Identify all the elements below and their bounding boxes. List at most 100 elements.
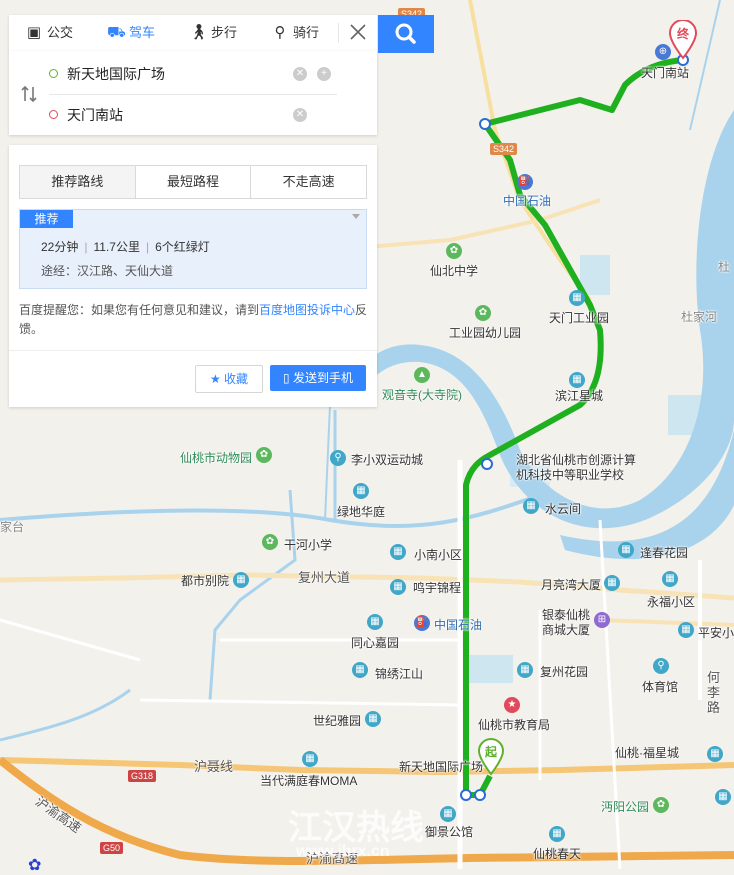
park-icon[interactable]: ✿: [653, 797, 669, 813]
favorite-button[interactable]: ★ 收藏: [195, 365, 263, 393]
road-label: 李: [707, 685, 721, 700]
map-label[interactable]: 当代满庭春MOMA: [260, 774, 357, 788]
zoo-icon[interactable]: ✿: [256, 447, 272, 463]
map-label[interactable]: 月亮湾大厦: [541, 578, 601, 592]
map-label[interactable]: 体育馆: [642, 680, 678, 694]
map-label[interactable]: 湖北省仙桃市创源计算: [516, 453, 636, 467]
building-icon[interactable]: ▦: [618, 542, 634, 558]
map-label[interactable]: 同心嘉园: [351, 636, 399, 650]
kindergarten-icon[interactable]: ✿: [475, 305, 491, 321]
tab-shortest[interactable]: 最短路程: [136, 166, 252, 198]
clear-start-icon[interactable]: ✕: [293, 67, 307, 81]
map-label[interactable]: 御景公馆: [425, 825, 473, 839]
map-label[interactable]: 仙桃市动物园: [180, 451, 252, 465]
map-label[interactable]: 中国石油: [503, 194, 551, 208]
building-icon[interactable]: ▦: [715, 789, 731, 805]
map-label[interactable]: 绿地华庭: [337, 505, 385, 519]
building-icon[interactable]: ▦: [440, 806, 456, 822]
tab-recommended[interactable]: 推荐路线: [20, 166, 136, 198]
tab-no-highway[interactable]: 不走高速: [251, 166, 366, 198]
building-icon[interactable]: ▦: [517, 662, 533, 678]
send-to-phone-button[interactable]: ▯ 发送到手机: [270, 365, 366, 391]
mode-tab-bike[interactable]: ⚲ 骑行: [271, 15, 320, 51]
mode-tab-bus[interactable]: ▣ 公交: [25, 15, 73, 51]
mode-tab-drive[interactable]: ⛟ 驾车: [107, 15, 155, 51]
stadium-icon[interactable]: ⚲: [330, 450, 346, 466]
building-icon[interactable]: ▦: [353, 483, 369, 499]
map-label[interactable]: 鸣宇锦程: [413, 581, 461, 595]
map-label[interactable]: 中国石油: [434, 618, 482, 632]
expand-caret-icon[interactable]: [352, 214, 360, 219]
building-icon[interactable]: ▦: [390, 544, 406, 560]
gas-station-icon[interactable]: ⛽: [517, 174, 533, 190]
map-label[interactable]: 锦绣江山: [375, 667, 423, 681]
map-label[interactable]: 逢春花园: [640, 546, 688, 560]
map-label: 家台: [0, 520, 25, 534]
building-icon[interactable]: ▦: [367, 614, 383, 630]
train-station-icon[interactable]: ⊕: [655, 44, 671, 60]
building-icon[interactable]: ▦: [352, 662, 368, 678]
clear-end-icon[interactable]: ✕: [293, 108, 307, 122]
building-icon[interactable]: ▦: [707, 746, 723, 762]
map-label[interactable]: 滨江星城: [555, 389, 603, 403]
shopping-icon[interactable]: ⊞: [594, 612, 610, 628]
map-label: 杜: [718, 260, 731, 274]
map-label[interactable]: 新天地国际广场: [399, 760, 483, 774]
plan-distance: 11.7公里: [93, 240, 140, 254]
map-label[interactable]: 世纪雅园: [313, 714, 361, 728]
map-label[interactable]: 水云间: [545, 502, 581, 516]
search-button[interactable]: [378, 15, 434, 53]
building-icon[interactable]: ▦: [302, 751, 318, 767]
plan-via: 途经：汉江路、天仙大道: [41, 264, 174, 278]
map-label[interactable]: 仙桃春天: [533, 847, 581, 861]
school-icon[interactable]: ✿: [446, 243, 462, 259]
complaint-link[interactable]: 百度地图投诉中心: [259, 303, 355, 317]
map-label[interactable]: 商城大厦: [542, 623, 590, 637]
map-label[interactable]: 观音寺(大寺院): [382, 388, 462, 402]
swap-icon[interactable]: [20, 85, 38, 103]
end-marker-label: 终: [677, 26, 690, 41]
government-icon[interactable]: ★: [504, 697, 520, 713]
map-label[interactable]: 李小双运动城: [351, 453, 423, 467]
map-label[interactable]: 仙桃·福星城: [615, 746, 679, 760]
building-icon[interactable]: ▦: [604, 575, 620, 591]
map-label[interactable]: 干河小学: [284, 538, 332, 552]
map-label[interactable]: 天门南站: [641, 66, 689, 80]
building-icon[interactable]: ▦: [569, 372, 585, 388]
close-icon[interactable]: [349, 23, 367, 41]
temple-icon[interactable]: ▲: [414, 367, 430, 383]
building-icon[interactable]: ▦: [523, 498, 539, 514]
map-label[interactable]: 沔阳公园: [601, 800, 649, 814]
map-label[interactable]: 工业园幼儿园: [449, 326, 521, 340]
map-label: 杜家河: [681, 310, 718, 324]
map-label[interactable]: 都市别院: [181, 574, 229, 588]
route-plan-card[interactable]: 推荐 22分钟 | 11.7公里 | 6个红绿灯 途经：汉江路、天仙大道: [19, 209, 367, 289]
add-waypoint-icon[interactable]: +: [317, 67, 331, 81]
building-icon[interactable]: ▦: [390, 579, 406, 595]
road-shield: S342: [490, 143, 518, 155]
building-icon[interactable]: ▦: [678, 622, 694, 638]
map-label[interactable]: 平安小: [698, 626, 734, 640]
building-icon[interactable]: ▦: [569, 290, 585, 306]
mode-tab-walk[interactable]: 🚶︎ 步行: [189, 15, 237, 51]
watermark-url: www.jhrx.cn: [296, 843, 390, 860]
gas-station-icon[interactable]: ⛽: [414, 615, 430, 631]
building-icon[interactable]: ▦: [662, 571, 678, 587]
map-label[interactable]: 机科技中等职业学校: [516, 468, 624, 482]
map-label[interactable]: 永福小区: [647, 595, 695, 609]
mode-label: 步行: [211, 25, 238, 40]
road-shield: G318: [128, 770, 157, 782]
map-label[interactable]: 小南小区: [414, 548, 462, 562]
school-icon[interactable]: ✿: [262, 534, 278, 550]
building-icon[interactable]: ▦: [365, 711, 381, 727]
stadium-icon[interactable]: ⚲: [653, 658, 669, 674]
map-label[interactable]: 复州花园: [540, 665, 588, 679]
building-icon[interactable]: ▦: [233, 572, 249, 588]
map-label[interactable]: 仙北中学: [430, 264, 478, 278]
map-label[interactable]: 仙桃市教育局: [478, 718, 550, 732]
map-label[interactable]: 天门工业园: [549, 311, 609, 325]
end-marker[interactable]: 终: [668, 20, 698, 60]
building-icon[interactable]: ▦: [549, 826, 565, 842]
send-label: 发送到手机: [292, 371, 353, 385]
map-label[interactable]: 银泰仙桃: [542, 608, 590, 622]
